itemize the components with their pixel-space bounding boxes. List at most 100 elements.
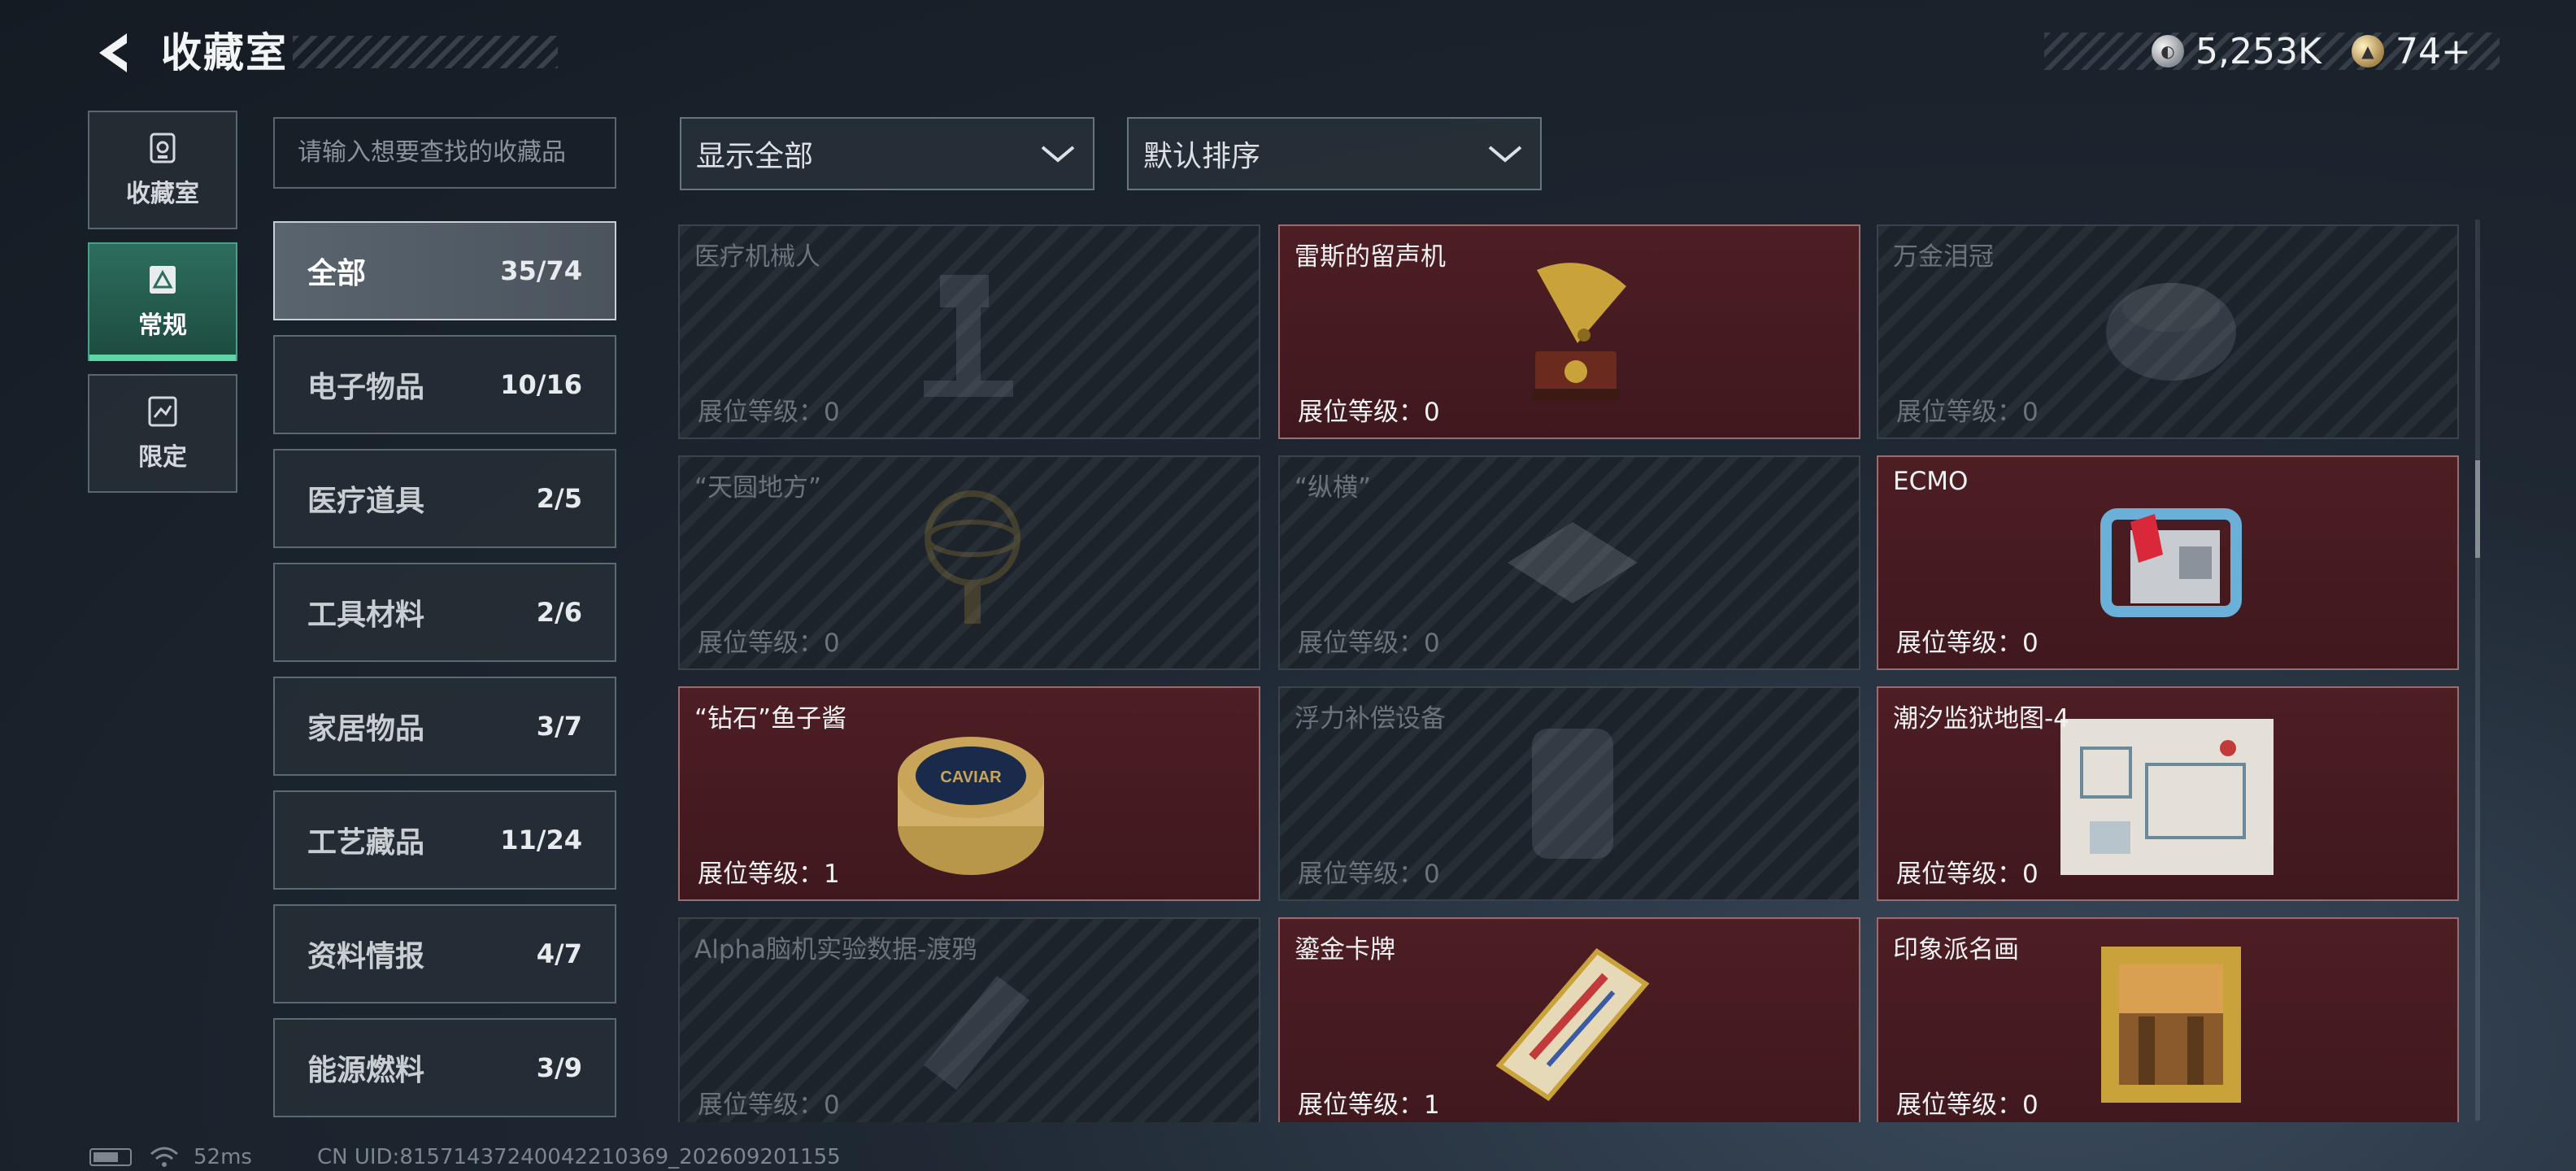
- nav-label: 收藏室: [126, 180, 199, 208]
- item-name: Alpha脑机实验数据-渡鸦: [694, 935, 977, 964]
- category-label: 能源燃料: [307, 1054, 425, 1087]
- gramophone-icon: [1532, 263, 1626, 400]
- item-level: 展位等级：0: [1896, 860, 2039, 889]
- item-level: 展位等级：0: [698, 1090, 840, 1120]
- category-crafts[interactable]: 工艺藏品 11/24: [273, 790, 616, 890]
- search-input[interactable]: 请输入想要查找的收藏品: [273, 117, 616, 189]
- item-card[interactable]: Alpha脑机实验数据-渡鸦 展位等级：0: [678, 917, 1260, 1122]
- nav-label: 限定: [138, 443, 187, 472]
- framed-painting-icon: [2101, 947, 2241, 1103]
- armillary-sphere-icon: [925, 490, 1020, 624]
- item-name: 雷斯的留声机: [1295, 242, 1446, 272]
- item-card[interactable]: 印象派名画 展位等级：0: [1877, 917, 2459, 1122]
- item-name: “纵横”: [1295, 473, 1372, 503]
- category-energy[interactable]: 能源燃料 3/9: [273, 1018, 616, 1117]
- category-label: 工具材料: [307, 599, 425, 632]
- crown-icon: [2106, 283, 2236, 381]
- chevron-down-icon: [1041, 146, 1075, 163]
- item-level: 展位等级：0: [1298, 860, 1440, 889]
- title-decoration: [293, 36, 558, 68]
- item-card[interactable]: 潮汐监狱地图-4 展位等级：0: [1877, 686, 2459, 901]
- scrollbar-track[interactable]: [2475, 220, 2480, 1121]
- silver-coin-icon: ◐: [2152, 35, 2184, 67]
- item-card[interactable]: “天圆地方” 展位等级：0: [678, 455, 1260, 670]
- nav-limited[interactable]: 限定: [88, 374, 237, 493]
- item-level: 展位等级：0: [1896, 398, 2039, 427]
- item-name: 医疗机械人: [694, 242, 820, 272]
- user-uid: CN UID:815714372400422103​69_20260920115…: [316, 1145, 841, 1169]
- category-tools[interactable]: 工具材料 2/6: [273, 563, 616, 662]
- map-icon: [2060, 719, 2274, 875]
- category-count: 11/24: [500, 825, 582, 855]
- currency-gold[interactable]: ▲ 74+: [2352, 29, 2471, 73]
- item-level: 展位等级：0: [1896, 1090, 2039, 1120]
- back-button[interactable]: [81, 24, 146, 81]
- category-all[interactable]: 全部 35/74: [273, 221, 616, 320]
- category-count: 10/16: [500, 369, 582, 400]
- category-electronics[interactable]: 电子物品 10/16: [273, 335, 616, 434]
- medical-robot-icon: [924, 275, 1013, 397]
- sort-dropdown[interactable]: 默认排序: [1127, 117, 1542, 190]
- item-name: 鎏金卡牌: [1295, 935, 1395, 964]
- ping-value: 52ms: [194, 1145, 252, 1169]
- page-title: 收藏室: [161, 29, 288, 76]
- filter-dropdown[interactable]: 显示全部: [680, 117, 1094, 190]
- item-card[interactable]: ECMO 展位等级：0: [1877, 455, 2459, 670]
- status-bar: 52ms CN UID:815714372400422103​69_202609…: [89, 1143, 841, 1171]
- item-name: 潮汐监狱地图-4: [1893, 704, 2069, 734]
- category-count: 3/9: [536, 1052, 582, 1083]
- item-name: “天圆地方”: [694, 473, 822, 503]
- limited-icon: [148, 396, 177, 427]
- item-level: 展位等级：0: [1298, 629, 1440, 658]
- item-card[interactable]: 浮力补偿设备 展位等级：0: [1278, 686, 1860, 901]
- category-count: 3/7: [536, 711, 582, 742]
- category-label: 家居物品: [307, 712, 425, 746]
- scrollbar-thumb[interactable]: [2475, 460, 2480, 558]
- item-level: 展位等级：1: [698, 860, 840, 889]
- item-level: 展位等级：1: [1298, 1090, 1440, 1120]
- dropdown-label: 显示全部: [696, 140, 814, 173]
- category-label: 全部: [307, 257, 367, 290]
- item-card[interactable]: 雷斯的留声机 展位等级：0: [1278, 224, 1860, 439]
- item-card[interactable]: 鎏金卡牌 展位等级：1: [1278, 917, 1860, 1122]
- wifi-icon: [150, 1147, 178, 1167]
- category-count: 4/7: [536, 938, 582, 969]
- chevron-left-icon: [99, 33, 127, 72]
- category-count: 2/5: [536, 483, 582, 514]
- chess-board-icon: [1508, 522, 1638, 603]
- category-label: 资料情报: [307, 940, 425, 973]
- category-intel[interactable]: 资料情报 4/7: [273, 904, 616, 1003]
- category-household[interactable]: 家居物品 3/7: [273, 677, 616, 776]
- nav-collection-room[interactable]: 收藏室: [88, 111, 237, 229]
- item-card[interactable]: 万金泪冠 展位等级：0: [1877, 224, 2459, 439]
- ecmo-machine-icon: [2100, 508, 2242, 617]
- data-device-icon: [924, 976, 1029, 1090]
- item-level: 展位等级：0: [1298, 398, 1440, 427]
- item-level: 展位等级：0: [698, 629, 840, 658]
- regular-icon: [150, 266, 176, 294]
- item-name: 印象派名画: [1893, 935, 2019, 964]
- item-card[interactable]: CAVIAR “钻石”鱼子酱 展位等级：1: [678, 686, 1260, 901]
- nav-regular[interactable]: 常规: [88, 242, 237, 361]
- category-label: 电子物品: [307, 371, 425, 404]
- item-name: 万金泪冠: [1893, 242, 1994, 272]
- currency-value: 74+: [2395, 30, 2471, 72]
- nav-label: 常规: [138, 311, 187, 340]
- dropdown-label: 默认排序: [1143, 140, 1261, 173]
- buoyancy-device-icon: [1532, 729, 1613, 859]
- item-level: 展位等级：0: [698, 398, 840, 427]
- gilded-card-icon: [1495, 948, 1650, 1101]
- category-count: 2/6: [536, 597, 582, 628]
- category-medical[interactable]: 医疗道具 2/5: [273, 449, 616, 548]
- category-label: 工艺藏品: [307, 826, 425, 860]
- collection-grid: 医疗机械人 展位等级：0 雷斯的留声机 展位等级：0 万金泪冠 展位等级：0 “…: [678, 224, 2459, 1122]
- item-level: 展位等级：0: [1896, 629, 2039, 658]
- collection-icon: [150, 133, 176, 163]
- currency-silver: ◐ 5,253K: [2152, 29, 2321, 73]
- item-card[interactable]: 医疗机械人 展位等级：0: [678, 224, 1260, 439]
- item-name: 浮力补偿设备: [1295, 704, 1446, 734]
- caviar-tin-icon: CAVIAR: [898, 737, 1044, 875]
- item-name: ECMO: [1893, 467, 1969, 496]
- item-card[interactable]: “纵横” 展位等级：0: [1278, 455, 1860, 670]
- battery-icon: [89, 1148, 132, 1166]
